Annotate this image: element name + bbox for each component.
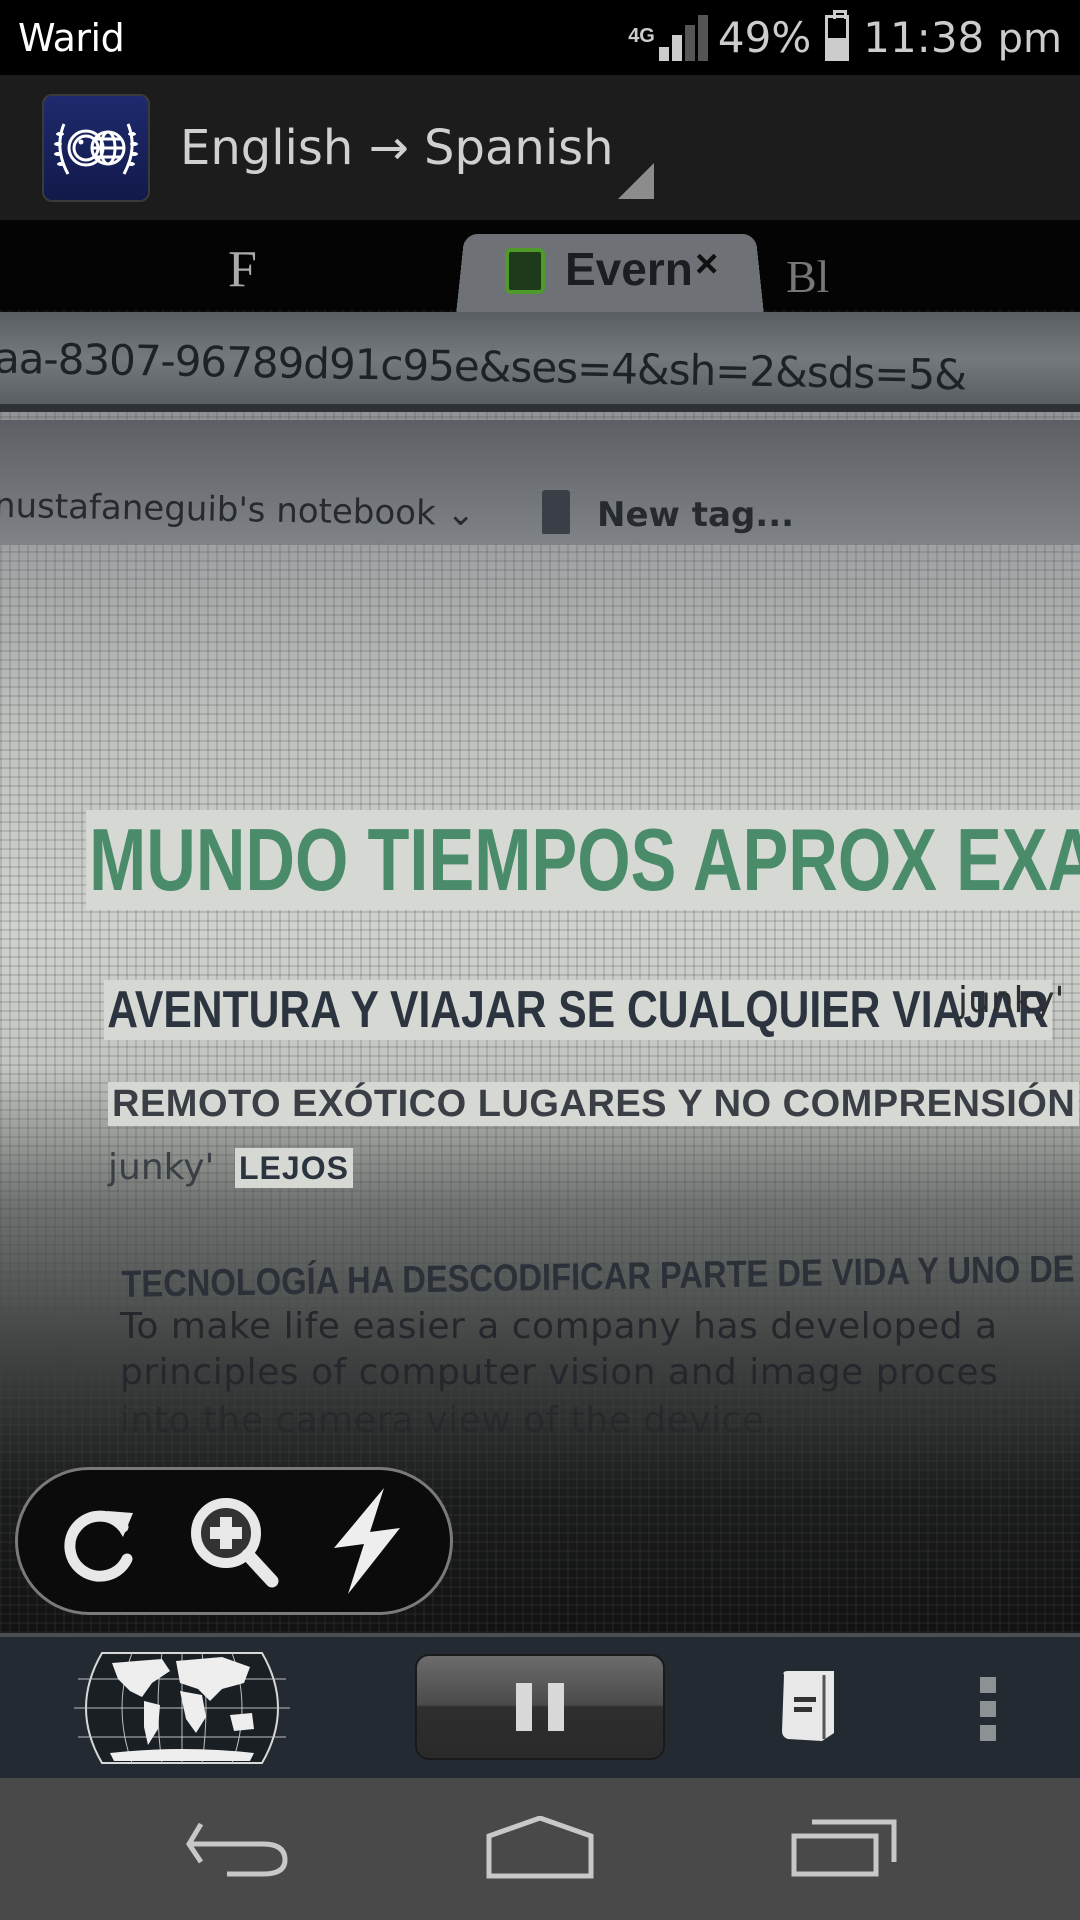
pause-icon-bar [516, 1683, 532, 1731]
tag-icon [542, 490, 570, 534]
overflow-dot [980, 1701, 996, 1717]
carrier-name: Warid [18, 15, 125, 60]
bottom-toolbar [0, 1633, 1080, 1778]
clock-ampm: pm [997, 16, 1062, 62]
zoom-in-icon [191, 1498, 279, 1588]
translation-overlay-line: LEJOS [235, 1148, 353, 1188]
battery-level-fill [828, 37, 847, 58]
back-button[interactable] [180, 1808, 300, 1888]
dropdown-corner-icon [617, 162, 654, 199]
captured-source-text: To make life easier a company has develo… [120, 1306, 998, 1347]
world-map-icon [74, 1652, 290, 1764]
untranslated-word: junky' [958, 980, 1065, 1021]
captured-notebook-label: nustafaneguib's notebook ⌄ [0, 485, 476, 535]
captured-new-tag: New tag... [597, 495, 795, 535]
refresh-button[interactable] [47, 1486, 157, 1596]
overflow-dot [980, 1677, 996, 1693]
recent-apps-icon [791, 1819, 897, 1877]
recent-apps-button[interactable] [785, 1808, 905, 1888]
evernote-icon [505, 248, 545, 294]
camera-globe-laurel-icon [54, 122, 138, 175]
app-bar: English → Spanish [0, 75, 1080, 220]
captured-source-text: into the camera view of the device. [120, 1400, 777, 1441]
refresh-icon [64, 1510, 133, 1582]
flash-button[interactable] [311, 1486, 421, 1596]
clock: 11:38 pm [863, 13, 1062, 62]
translation-overlay-line: TECNOLOGÍA HA DESCODIFICAR PARTE DE VIDA… [121, 1248, 1075, 1306]
untranslated-word: junky' [108, 1147, 215, 1188]
translation-overlay-line: AVENTURA Y VIAJAR SE CUALQUIER VIAJAR [104, 980, 1052, 1040]
captured-tab: F [228, 241, 257, 298]
battery-icon [825, 9, 850, 61]
app-logo-icon[interactable] [42, 93, 150, 202]
status-bar: Warid 4G 49% 11:38 pm [0, 0, 1080, 75]
home-button[interactable] [480, 1808, 600, 1888]
pause-button[interactable] [415, 1654, 665, 1760]
language-pair-selector[interactable]: English → Spanish [180, 93, 654, 203]
overflow-menu-icon[interactable] [980, 1677, 1000, 1741]
history-button[interactable] [778, 1667, 840, 1747]
system-nav-bar [0, 1778, 1080, 1920]
overflow-dot [980, 1725, 996, 1741]
book-icon [782, 1671, 834, 1741]
translation-overlay-title: MUNDO TIEMPOS APROX EXAMEN [86, 810, 1080, 910]
camera-viewfinder[interactable]: F Evern × Bl aa-8307-96789d91c95e&ses=4&… [0, 220, 1080, 1633]
captured-tab-label: Evern [565, 243, 693, 295]
languages-button[interactable] [72, 1649, 292, 1767]
translation-overlay-line: REMOTO EXÓTICO LUGARES Y NO COMPRENSIÓN [108, 1082, 1080, 1126]
captured-source-text: principles of computer vision and image … [120, 1352, 999, 1393]
captured-tab: Bl [786, 251, 830, 302]
battery-percent: 49% [717, 13, 812, 62]
language-pair-label: English → Spanish [180, 119, 614, 176]
signal-strength-icon [658, 14, 708, 61]
pause-icon-bar [548, 1683, 564, 1731]
status-indicators: 4G 49% 11:38 pm [628, 9, 1062, 62]
network-type: 4G [628, 25, 655, 47]
flash-icon [334, 1488, 400, 1594]
camera-controls [15, 1467, 453, 1615]
back-icon [186, 1822, 288, 1877]
zoom-button[interactable] [179, 1486, 289, 1596]
close-icon: × [695, 242, 719, 286]
clock-time: 11:38 [863, 13, 985, 62]
home-icon [486, 1816, 594, 1879]
